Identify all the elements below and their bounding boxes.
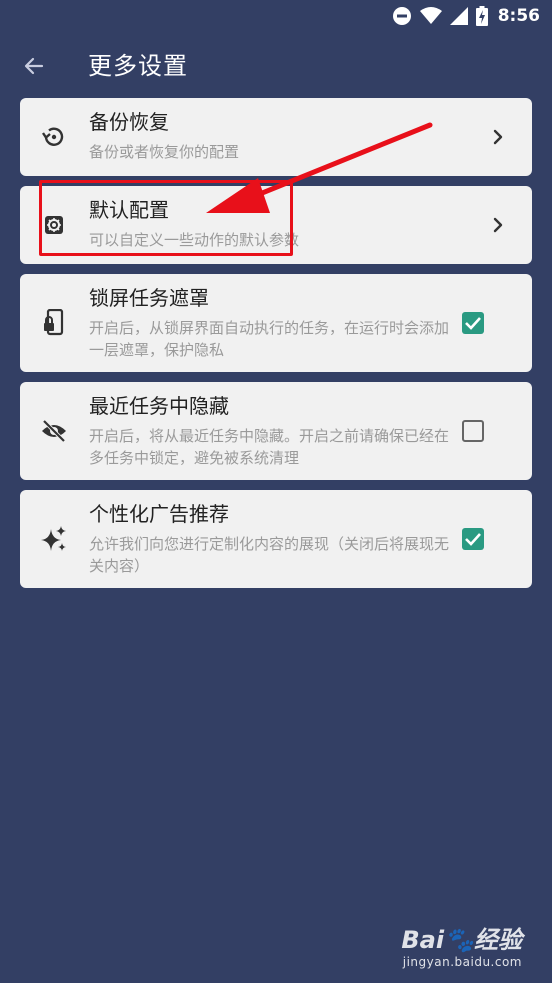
watermark-logo: Bai🐾经验 <box>401 926 522 954</box>
baidu-jingyan-watermark: Bai🐾经验 jingyan.baidu.com <box>401 920 522 969</box>
annotation-arrow <box>206 122 433 213</box>
watermark-url: jingyan.baidu.com <box>402 955 522 969</box>
